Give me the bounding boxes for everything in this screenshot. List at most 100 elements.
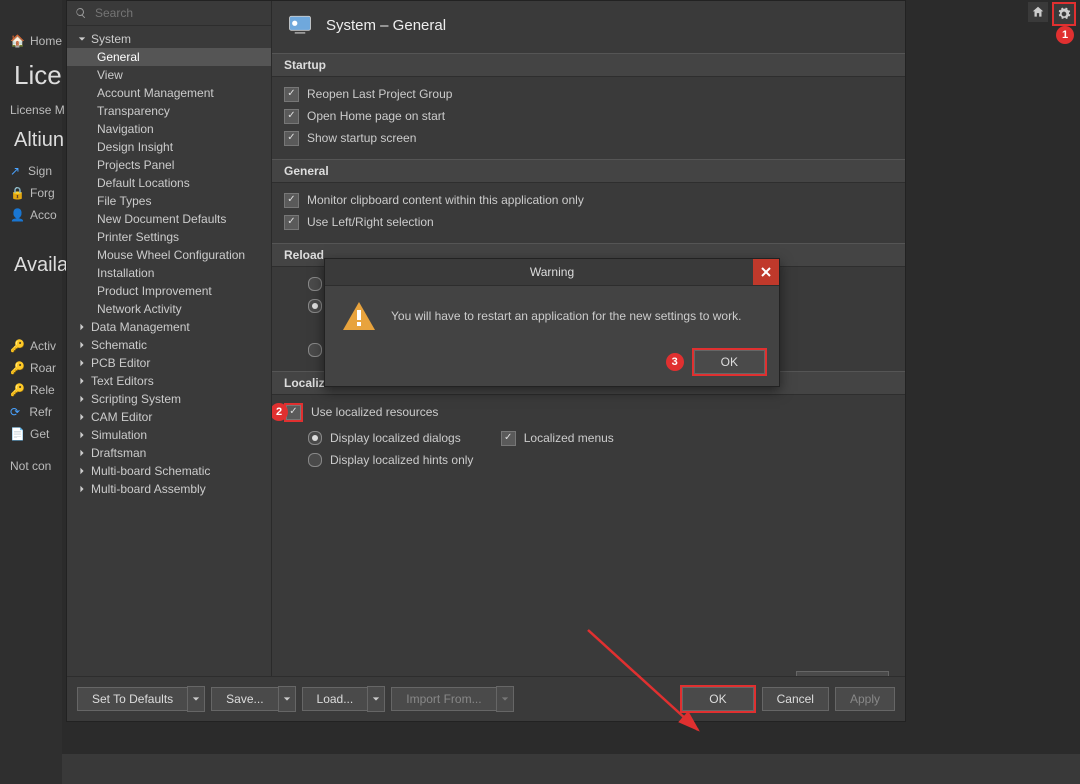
bg-notcon: Not con	[0, 455, 62, 477]
bg-acco: 👤Acco	[0, 204, 62, 226]
radio-reload-2[interactable]	[308, 299, 322, 313]
tree-multiboard-assembly[interactable]: Multi-board Assembly	[67, 480, 271, 498]
chevron-right-icon	[77, 358, 87, 368]
tree-scripting[interactable]: Scripting System	[67, 390, 271, 408]
bg-home: 🏠Home	[0, 30, 62, 52]
tree-navigation[interactable]: Navigation	[67, 120, 271, 138]
tree-account-management[interactable]: Account Management	[67, 84, 271, 102]
search-icon	[75, 7, 87, 19]
bg-license: License M	[0, 99, 62, 121]
save-button[interactable]: Save...	[211, 687, 277, 711]
tree-projects-panel[interactable]: Projects Panel	[67, 156, 271, 174]
radio-display-dialogs[interactable]	[308, 431, 322, 445]
chevron-down-icon	[496, 686, 514, 712]
tree-printer-settings[interactable]: Printer Settings	[67, 228, 271, 246]
tree-simulation[interactable]: Simulation	[67, 426, 271, 444]
chevron-right-icon	[77, 484, 87, 494]
radio-reload-3[interactable]	[308, 343, 322, 357]
section-general: General	[272, 159, 905, 183]
gear-icon[interactable]	[1054, 4, 1074, 24]
lbl-left-right: Use Left/Right selection	[307, 215, 434, 229]
chk-reopen-last[interactable]	[284, 87, 299, 102]
close-button[interactable]	[753, 259, 779, 285]
lbl-show-startup: Show startup screen	[307, 131, 416, 145]
chevron-right-icon	[77, 412, 87, 422]
bg-sign: ↗Sign	[0, 160, 62, 182]
bg-altium: Altiun	[0, 121, 62, 160]
tree-new-document-defaults[interactable]: New Document Defaults	[67, 210, 271, 228]
close-icon	[761, 267, 771, 277]
footer: Set To Defaults Save... Load... Import F…	[67, 676, 905, 721]
chk-use-localized[interactable]	[286, 405, 301, 420]
set-defaults-button[interactable]: Set To Defaults	[77, 687, 187, 711]
chevron-down-icon	[77, 34, 87, 44]
chevron-down-icon[interactable]	[187, 686, 205, 712]
tree-product-improvement[interactable]: Product Improvement	[67, 282, 271, 300]
chevron-right-icon	[77, 322, 87, 332]
ok-button[interactable]: OK	[682, 687, 753, 711]
chk-left-right[interactable]	[284, 215, 299, 230]
cancel-button[interactable]: Cancel	[762, 687, 829, 711]
tree-multiboard-schematic[interactable]: Multi-board Schematic	[67, 462, 271, 480]
home-icon: 🏠	[10, 34, 24, 48]
tree-design-insight[interactable]: Design Insight	[67, 138, 271, 156]
callout-badge-3: 3	[666, 353, 684, 371]
warning-title: Warning	[530, 265, 574, 279]
bg-refr: ⟳Refr	[0, 401, 62, 423]
warning-titlebar[interactable]: Warning	[325, 259, 779, 286]
tree-network-activity[interactable]: Network Activity	[67, 300, 271, 318]
tree-draftsman[interactable]: Draftsman	[67, 444, 271, 462]
import-button: Import From...	[391, 687, 495, 711]
page-title: System – General	[326, 17, 446, 34]
chevron-right-icon	[77, 394, 87, 404]
tree-transparency[interactable]: Transparency	[67, 102, 271, 120]
tree-default-locations[interactable]: Default Locations	[67, 174, 271, 192]
chk-show-startup[interactable]	[284, 131, 299, 146]
tree-view[interactable]: View	[67, 66, 271, 84]
radio-reload-1[interactable]	[308, 277, 322, 291]
bg-available: Availa	[0, 246, 62, 285]
chk-localized-menus[interactable]	[501, 431, 516, 446]
tree-text-editors[interactable]: Text Editors	[67, 372, 271, 390]
chevron-down-icon[interactable]	[278, 686, 296, 712]
warning-icon	[343, 302, 375, 330]
bg-rele: 🔑Rele	[0, 379, 62, 401]
tree-schematic[interactable]: Schematic	[67, 336, 271, 354]
warning-message: You will have to restart an application …	[391, 309, 741, 323]
lbl-localized-menus: Localized menus	[524, 431, 614, 445]
tree-installation[interactable]: Installation	[67, 264, 271, 282]
search-box[interactable]	[67, 1, 271, 26]
advanced-button[interactable]: Advanced...	[796, 671, 889, 676]
chk-open-home[interactable]	[284, 109, 299, 124]
home-icon[interactable]	[1028, 2, 1048, 22]
tree-data-management[interactable]: Data Management	[67, 318, 271, 336]
tree-file-types[interactable]: File Types	[67, 192, 271, 210]
bg-get: 📄Get	[0, 423, 62, 445]
tree-mouse-wheel[interactable]: Mouse Wheel Configuration	[67, 246, 271, 264]
chk-monitor-clipboard[interactable]	[284, 193, 299, 208]
load-dropdown[interactable]: Load...	[302, 686, 386, 712]
bg-title: Lice	[0, 52, 62, 99]
set-defaults-dropdown[interactable]: Set To Defaults	[77, 686, 205, 712]
tree-panel: System General View Account Management T…	[67, 1, 272, 676]
warning-dialog: Warning You will have to restart an appl…	[324, 258, 780, 387]
lbl-display-dialogs: Display localized dialogs	[330, 431, 461, 445]
highlight-ok: OK	[680, 685, 755, 713]
lbl-display-hints: Display localized hints only	[330, 453, 473, 467]
chevron-right-icon	[77, 448, 87, 458]
warning-ok-button[interactable]: OK	[694, 350, 765, 374]
tree-cam-editor[interactable]: CAM Editor	[67, 408, 271, 426]
chevron-down-icon[interactable]	[367, 686, 385, 712]
radio-display-hints[interactable]	[308, 453, 322, 467]
save-dropdown[interactable]: Save...	[211, 686, 295, 712]
lbl-reopen-last: Reopen Last Project Group	[307, 87, 452, 101]
load-button[interactable]: Load...	[302, 687, 368, 711]
search-input[interactable]	[93, 5, 263, 21]
tree-general[interactable]: General	[67, 48, 271, 66]
bg-roar: 🔑Roar	[0, 357, 62, 379]
highlight-warning-ok: OK	[692, 348, 767, 376]
tree-system[interactable]: System	[67, 30, 271, 48]
tree[interactable]: System General View Account Management T…	[67, 26, 271, 676]
lbl-monitor-clipboard: Monitor clipboard content within this ap…	[307, 193, 584, 207]
tree-pcb-editor[interactable]: PCB Editor	[67, 354, 271, 372]
